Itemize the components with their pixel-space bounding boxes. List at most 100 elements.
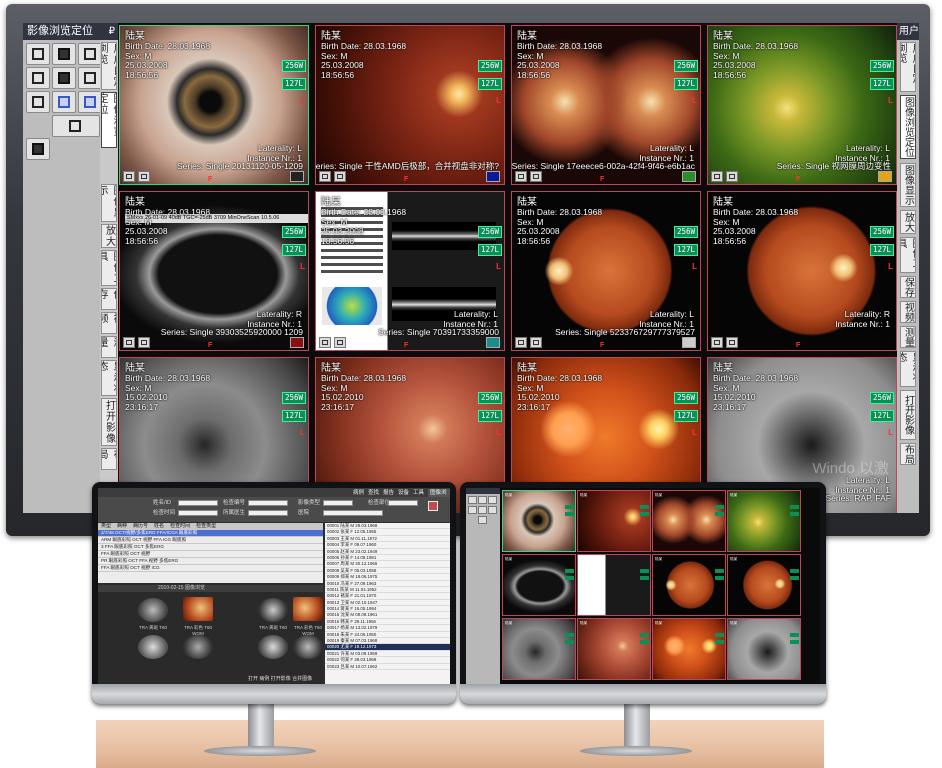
cell-layout-button[interactable] xyxy=(138,337,150,348)
cell-maximize-button[interactable] xyxy=(515,337,527,348)
cell-maximize-button[interactable] xyxy=(711,171,723,182)
tab-image-display[interactable]: 图像显示 xyxy=(101,184,117,222)
exam-time-input[interactable] xyxy=(178,510,218,516)
mini-tool-button[interactable] xyxy=(468,506,477,514)
cell-maximize-button[interactable] xyxy=(123,337,135,348)
db-tab-cases[interactable]: 病例 xyxy=(353,489,364,497)
thumbnail[interactable] xyxy=(183,635,213,659)
mini-image-viewport[interactable]: 陆某 xyxy=(502,618,576,680)
doctor-input[interactable] xyxy=(248,510,288,516)
exam-row[interactable]: 2/7/48 OCT/视野/多焦ERG FFA/ICGA 眼底彩照 xyxy=(98,530,323,537)
thumbnail[interactable] xyxy=(293,597,323,621)
col-type[interactable]: 类型 xyxy=(98,523,114,530)
exam-no-input[interactable] xyxy=(248,500,288,506)
patient-row[interactable]: 00023 吕某 M 10.07.1962 xyxy=(325,664,450,670)
db-tab-search[interactable]: 查找 xyxy=(368,489,379,497)
tab-save[interactable]: 保存 xyxy=(101,288,117,310)
rtab-measure[interactable]: 测量 xyxy=(900,326,916,348)
cell-layout-button[interactable] xyxy=(334,171,346,182)
rtab-zoom[interactable]: 放大 xyxy=(900,210,916,234)
image-viewport[interactable]: 陆某 Birth Date: 28.03.1968 Sex: M 25.03.2008… xyxy=(511,25,701,185)
previous-image-button[interactable] xyxy=(26,91,50,113)
image-viewport[interactable]: 陆某 Birth Date: 28.03.1968 Sex: M 25.03.2008… xyxy=(511,191,701,351)
image-viewport[interactable]: 陆某 Birth Date: 28.03.1968 Sex: M 25.03.2008… xyxy=(119,25,309,185)
pin-icon[interactable]: ₽ xyxy=(109,23,115,40)
cell-maximize-button[interactable] xyxy=(515,171,527,182)
cell-layout-button[interactable] xyxy=(726,171,738,182)
rtab-layout[interactable]: 布局 xyxy=(900,443,916,465)
cell-maximize-button[interactable] xyxy=(319,171,331,182)
color-tag[interactable] xyxy=(486,171,500,182)
thumbnail[interactable] xyxy=(258,598,288,622)
col-exam-time[interactable]: 检查时间 xyxy=(167,523,193,530)
mini-tool-button[interactable] xyxy=(478,506,487,514)
stack-view-button[interactable] xyxy=(78,67,102,89)
mini-image-viewport[interactable]: 陆某 xyxy=(577,618,651,680)
mini-tool-button[interactable] xyxy=(488,496,497,504)
cell-layout-button[interactable] xyxy=(334,337,346,348)
tab-open-images[interactable]: 打开影像 xyxy=(101,398,117,446)
thumbnail[interactable] xyxy=(183,597,213,621)
exam-row[interactable]: FFA 眼底彩照 OCT 视野 xyxy=(98,551,323,558)
rtab-image-display[interactable]: 图像显示 xyxy=(900,163,916,207)
image-type-select[interactable] xyxy=(323,500,353,506)
mini-image-viewport[interactable]: 陆某 xyxy=(502,554,576,616)
cell-maximize-button[interactable] xyxy=(123,171,135,182)
thumbnail[interactable] xyxy=(293,635,323,659)
compare-layout-button[interactable] xyxy=(78,91,102,113)
thumbnail[interactable] xyxy=(138,598,168,622)
rtab-display-state[interactable]: 显示状态 xyxy=(900,351,916,387)
col-exam-type[interactable]: 检查类型 xyxy=(193,523,219,530)
thumbnail[interactable] xyxy=(138,635,168,659)
color-tag[interactable] xyxy=(682,171,696,182)
mini-image-viewport[interactable]: 陆某 xyxy=(652,618,726,680)
tab-video[interactable]: 视频 xyxy=(101,312,117,334)
db-tab-browse[interactable]: 图像浏览 xyxy=(428,489,450,504)
tab-image-navigation[interactable]: 图像浏览定位 xyxy=(101,92,117,148)
image-viewport[interactable]: 陆某 Birth Date: 28.03.1968 Sex: M 25.03.2008… xyxy=(707,191,897,351)
mini-image-viewport[interactable]: 陆某 xyxy=(502,490,576,552)
exam-row[interactable]: ARM 眼底彩照 OCT 视野 FFA ICG 眼底照 xyxy=(98,537,323,544)
single-view-button[interactable] xyxy=(52,67,76,89)
mini-image-viewport[interactable]: 陆某 xyxy=(652,490,726,552)
mini-tool-button[interactable] xyxy=(478,516,487,524)
region-select[interactable] xyxy=(388,500,418,506)
cell-maximize-button[interactable] xyxy=(319,337,331,348)
film-strip-button[interactable] xyxy=(26,67,50,89)
hospital-select[interactable] xyxy=(323,510,383,516)
rtab-image-navigation[interactable]: 图像浏览定位 xyxy=(900,95,916,159)
mini-image-viewport[interactable]: 陆某 xyxy=(577,490,651,552)
exam-row[interactable]: 3 FFA 眼底彩照 OCT 多焦ERG xyxy=(98,544,323,551)
col-disease[interactable]: 病种 xyxy=(114,523,130,530)
mini-image-viewport[interactable]: 陆某 xyxy=(727,618,801,680)
scroll-image-button[interactable] xyxy=(52,91,76,113)
mini-image-viewport[interactable]: 陆某 xyxy=(727,554,801,616)
image-viewport[interactable]: SMxxx 26-01-09 40dB TGC=-25dB 3709 MinOn… xyxy=(119,191,309,351)
image-viewport[interactable]: 陆某 Birth Date: 28.03.1968 Sex: M 25.03.2008… xyxy=(707,25,897,185)
rtab-image-tools[interactable]: 图像工具 xyxy=(900,237,916,273)
db-tab-tools[interactable]: 工具 xyxy=(413,489,424,497)
cell-maximize-button[interactable] xyxy=(711,337,723,348)
mini-tool-button[interactable] xyxy=(478,496,487,504)
exam-row[interactable]: FFA 眼底彩照 OCT 视野 ICG xyxy=(98,565,323,572)
sync-button[interactable] xyxy=(26,138,50,160)
mini-tool-button[interactable] xyxy=(488,506,497,514)
name-id-input[interactable] xyxy=(178,500,218,506)
color-tag[interactable] xyxy=(486,337,500,348)
rotate-left-button[interactable] xyxy=(26,43,50,65)
thumbnail[interactable] xyxy=(258,635,288,659)
mini-tool-button[interactable] xyxy=(468,496,477,504)
color-tag[interactable] xyxy=(682,337,696,348)
rtab-open-images[interactable]: 打开影像 xyxy=(900,390,916,440)
mini-image-viewport[interactable]: 陆某 xyxy=(727,490,801,552)
tab-layout[interactable]: 布局 xyxy=(101,448,117,470)
fit-window-button[interactable] xyxy=(52,43,76,65)
cell-layout-button[interactable] xyxy=(138,171,150,182)
mini-image-viewport[interactable]: 陆某 xyxy=(652,554,726,616)
tab-display-state[interactable]: 显示状态 xyxy=(101,360,117,396)
image-viewport[interactable]: 陆某 Birth Date: 28.03.1968 Sex: M 25.03.2008… xyxy=(315,191,505,351)
transfer-button[interactable] xyxy=(52,115,100,137)
image-viewport[interactable]: 陆某 Birth Date: 28.03.1968 Sex: M 25.03.2008… xyxy=(315,25,505,185)
cell-layout-button[interactable] xyxy=(530,337,542,348)
clear-search-button[interactable] xyxy=(428,501,438,511)
